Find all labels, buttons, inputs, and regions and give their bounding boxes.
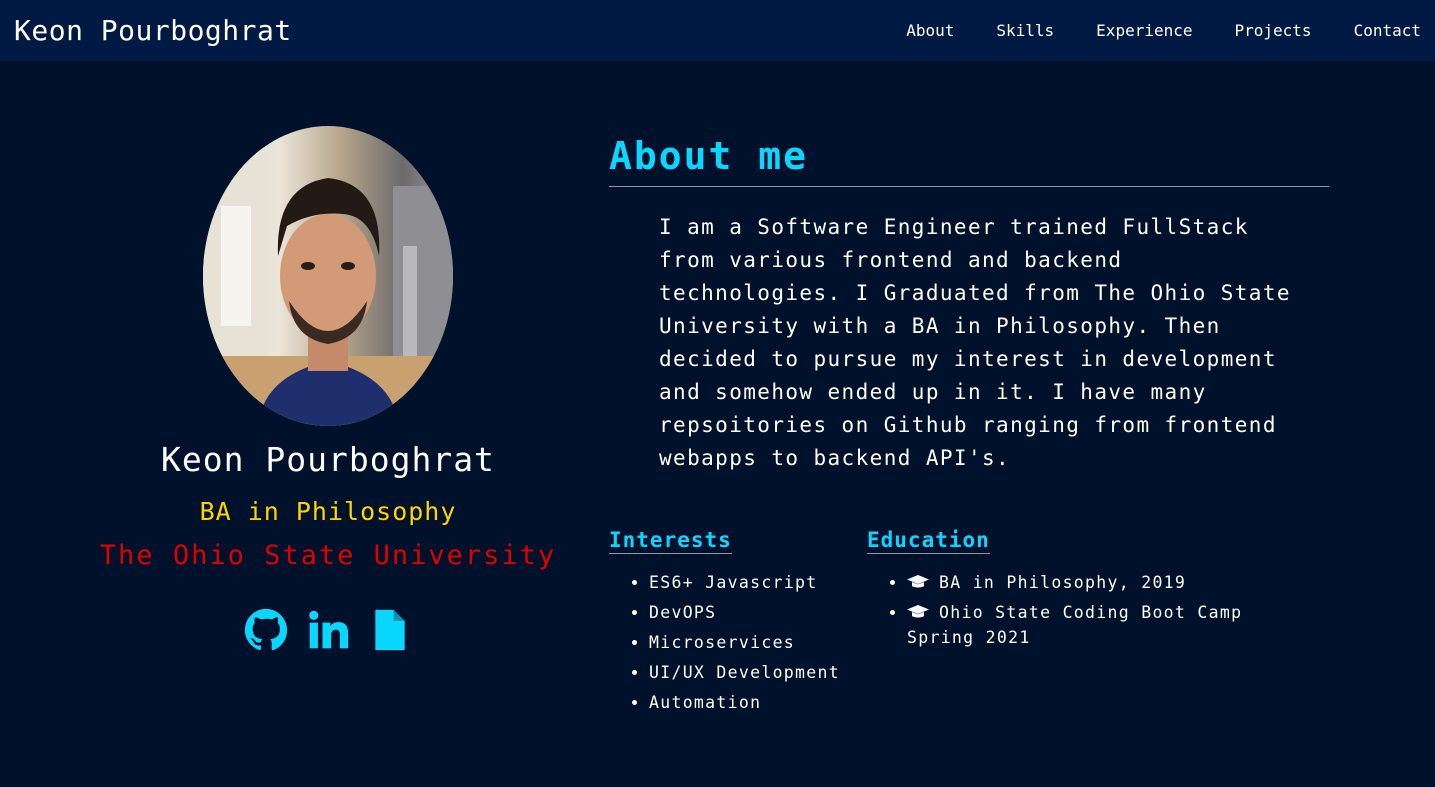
interests-title: Interests — [609, 528, 732, 554]
education-title: Education — [867, 528, 990, 554]
nav-link-experience[interactable]: Experience — [1096, 21, 1192, 40]
profile-card: Keon Pourboghrat BA in Philosophy The Oh… — [90, 126, 566, 653]
interest-item: Microservices — [649, 630, 849, 655]
graduation-cap-icon — [907, 575, 929, 588]
profile-name: Keon Pourboghrat — [161, 440, 495, 479]
avatar-photo — [203, 126, 453, 426]
about-text: I am a Software Engineer trained FullSta… — [659, 215, 1291, 470]
nav-link-about[interactable]: About — [906, 21, 954, 40]
education-section: Education BA in Philosophy, 2019 Ohio St… — [867, 528, 1287, 655]
interest-item: UI/UX Development — [649, 660, 849, 685]
interest-item: ES6+ Javascript — [649, 570, 849, 595]
nav-link-contact[interactable]: Contact — [1354, 21, 1421, 40]
nav-link-skills[interactable]: Skills — [996, 21, 1054, 40]
linkedin-icon[interactable] — [306, 607, 350, 653]
interests-list: ES6+ Javascript DevOPS Microservices UI/… — [609, 570, 849, 715]
about-title: About me — [609, 134, 1329, 187]
interest-item: Automation — [649, 690, 849, 715]
interest-item: DevOPS — [649, 600, 849, 625]
profile-degree: BA in Philosophy — [199, 497, 457, 526]
navbar: Keon Pourboghrat About Skills Experience… — [0, 0, 1435, 61]
file-icon[interactable] — [368, 607, 412, 653]
interests-section: Interests ES6+ Javascript DevOPS Microse… — [609, 528, 849, 720]
graduation-cap-icon — [907, 605, 929, 618]
github-icon[interactable] — [244, 607, 288, 653]
education-item: Ohio State Coding Boot Camp Spring 2021 — [907, 600, 1287, 650]
nav-links: About Skills Experience Projects Contact — [864, 21, 1421, 40]
education-item: BA in Philosophy, 2019 — [907, 570, 1287, 595]
education-item-label: BA in Philosophy, 2019 — [939, 573, 1187, 592]
avatar — [203, 126, 453, 426]
nav-link-projects[interactable]: Projects — [1235, 21, 1312, 40]
education-item-label: Ohio State Coding Boot Camp Spring 2021 — [907, 603, 1243, 647]
profile-school: The Ohio State University — [99, 540, 557, 571]
education-list: BA in Philosophy, 2019 Ohio State Coding… — [867, 570, 1287, 650]
about-section: About me I am a Software Engineer traine… — [609, 134, 1329, 475]
social-links — [244, 607, 412, 653]
brand-link[interactable]: Keon Pourboghrat — [14, 14, 292, 47]
